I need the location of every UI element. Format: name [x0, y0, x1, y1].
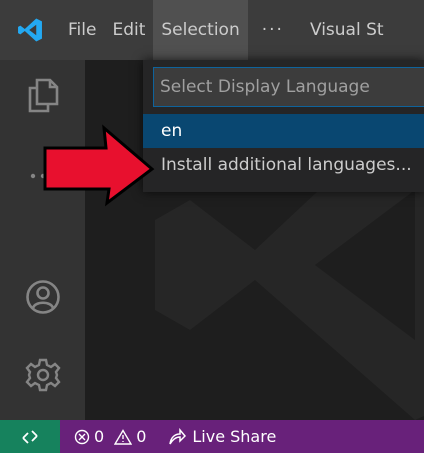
explorer-icon[interactable]	[22, 74, 64, 116]
activity-bar	[0, 60, 85, 420]
title-bar: File Edit Selection ··· Visual St	[0, 0, 424, 60]
error-count: 0	[94, 427, 105, 446]
vscode-logo-icon	[0, 0, 60, 60]
warning-icon	[114, 428, 133, 445]
remote-indicator-button[interactable]	[0, 420, 60, 453]
remote-icon	[22, 429, 38, 444]
menu-more-button[interactable]: ···	[248, 0, 298, 60]
live-share-button[interactable]: Live Share	[168, 427, 276, 446]
more-icon[interactable]	[22, 155, 64, 197]
live-share-label: Live Share	[192, 427, 277, 446]
vscode-window: File Edit Selection ··· Visual St Select…	[0, 0, 424, 453]
window-title: Visual St	[309, 20, 384, 40]
warning-count: 0	[136, 427, 147, 446]
menu-file[interactable]: File	[60, 0, 104, 60]
account-icon[interactable]	[22, 276, 64, 318]
menu-edit[interactable]: Edit	[104, 0, 153, 60]
install-additional-languages-option[interactable]: Install additional languages...	[143, 148, 424, 182]
language-option-en[interactable]: en	[143, 114, 424, 148]
menu-selection[interactable]: Selection	[153, 0, 248, 60]
error-icon	[74, 429, 90, 444]
status-bar: 0 0 Live Share	[0, 420, 424, 453]
problems-status[interactable]: 0 0	[74, 427, 146, 446]
language-search-input[interactable]	[153, 67, 424, 107]
live-share-icon	[169, 427, 187, 444]
display-language-quick-pick: en Install additional languages...	[143, 60, 424, 192]
settings-gear-icon[interactable]	[22, 354, 64, 396]
